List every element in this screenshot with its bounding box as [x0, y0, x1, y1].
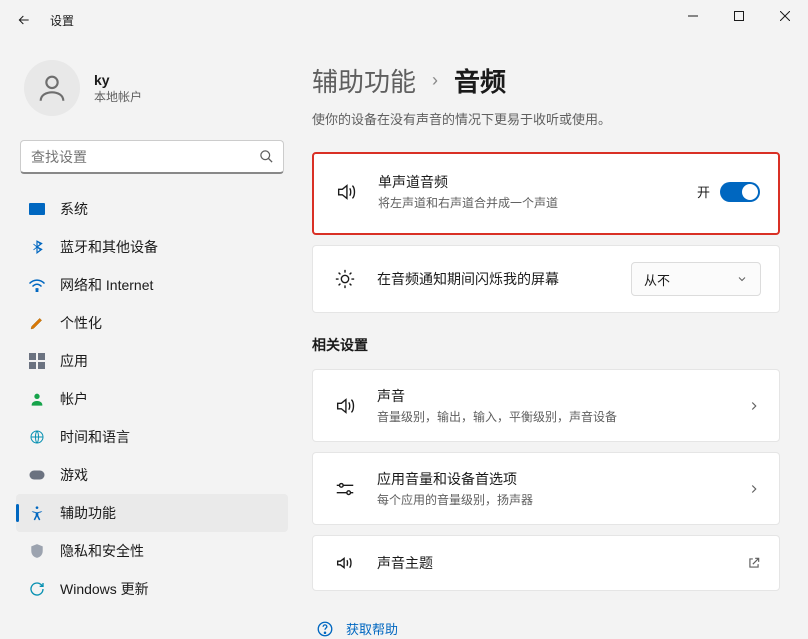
bluetooth-icon: [28, 238, 46, 256]
speaker-icon: [331, 395, 359, 417]
sidebar: ky 本地帐户 系统 蓝牙和其他设备 网络和 Internet 个性: [0, 40, 300, 639]
search-input[interactable]: [20, 140, 284, 174]
appvol-sub: 每个应用的音量级别，扬声器: [377, 491, 729, 508]
user-type: 本地帐户: [94, 88, 142, 105]
get-help-row[interactable]: 获取帮助: [312, 601, 780, 639]
gamepad-icon: [28, 466, 46, 484]
themes-title: 声音主题: [377, 553, 729, 573]
sidebar-item-personalization[interactable]: 个性化: [16, 304, 288, 342]
sidebar-item-label: 系统: [60, 199, 88, 219]
arrow-left-icon: [16, 12, 32, 28]
toggle-state-label: 开: [697, 182, 710, 201]
mono-audio-card: 单声道音频 将左声道和右声道合并成一个声道 开: [312, 152, 780, 235]
chevron-down-icon: [736, 273, 748, 285]
sidebar-item-system[interactable]: 系统: [16, 190, 288, 228]
content: 辅助功能 › 音频 使你的设备在没有声音的情况下更易于收听或使用。 单声道音频 …: [300, 40, 808, 639]
sidebar-item-label: 蓝牙和其他设备: [60, 237, 158, 257]
sidebar-item-label: 时间和语言: [60, 427, 130, 447]
sound-themes-card[interactable]: 声音主题: [312, 535, 780, 591]
related-heading: 相关设置: [312, 335, 780, 355]
sidebar-item-apps[interactable]: 应用: [16, 342, 288, 380]
get-help-link[interactable]: 获取帮助: [346, 619, 398, 638]
sidebar-item-label: Windows 更新: [60, 579, 149, 599]
flash-screen-title: 在音频通知期间闪烁我的屏幕: [377, 269, 613, 289]
display-icon: [28, 200, 46, 218]
sound-wave-icon: [331, 552, 359, 574]
shield-icon: [28, 542, 46, 560]
sidebar-item-label: 游戏: [60, 465, 88, 485]
brightness-icon: [331, 268, 359, 290]
avatar: [24, 60, 80, 116]
user-name: ky: [94, 72, 142, 88]
back-button[interactable]: [8, 4, 40, 36]
mono-audio-title: 单声道音频: [378, 172, 679, 192]
maximize-icon: [734, 11, 744, 21]
page-description: 使你的设备在没有声音的情况下更易于收听或使用。: [312, 109, 780, 128]
wifi-icon: [28, 276, 46, 294]
brush-icon: [28, 314, 46, 332]
sound-settings-card[interactable]: 声音 音量级别，输出，输入，平衡级别，声音设备: [312, 369, 780, 442]
accessibility-icon: [28, 504, 46, 522]
appvol-title: 应用音量和设备首选项: [377, 469, 729, 489]
sidebar-item-accessibility[interactable]: 辅助功能: [16, 494, 288, 532]
sidebar-item-network[interactable]: 网络和 Internet: [16, 266, 288, 304]
close-button[interactable]: [762, 0, 808, 32]
sidebar-item-accounts[interactable]: 帐户: [16, 380, 288, 418]
sidebar-item-label: 帐户: [60, 389, 88, 409]
speaker-icon: [332, 181, 360, 203]
app-title: 设置: [50, 12, 74, 29]
person-icon: [35, 71, 69, 105]
sidebar-item-label: 隐私和安全性: [60, 541, 144, 561]
minimize-icon: [688, 11, 698, 21]
sound-sub: 音量级别，输出，输入，平衡级别，声音设备: [377, 408, 729, 425]
flash-screen-select[interactable]: 从不: [631, 262, 761, 296]
select-value: 从不: [644, 270, 670, 289]
sidebar-item-time-language[interactable]: 时间和语言: [16, 418, 288, 456]
chevron-right-icon: [747, 399, 761, 413]
close-icon: [780, 11, 790, 21]
user-block[interactable]: ky 本地帐户: [16, 40, 288, 140]
help-icon: [316, 620, 334, 638]
mono-audio-sub: 将左声道和右声道合并成一个声道: [378, 194, 679, 211]
sliders-icon: [331, 478, 359, 500]
sidebar-item-bluetooth[interactable]: 蓝牙和其他设备: [16, 228, 288, 266]
flash-screen-card: 在音频通知期间闪烁我的屏幕 从不: [312, 245, 780, 313]
maximize-button[interactable]: [716, 0, 762, 32]
chevron-right-icon: ›: [432, 70, 438, 91]
mono-audio-toggle[interactable]: [720, 182, 760, 202]
sidebar-item-label: 应用: [60, 351, 88, 371]
chevron-right-icon: [747, 482, 761, 496]
sidebar-item-gaming[interactable]: 游戏: [16, 456, 288, 494]
sound-title: 声音: [377, 386, 729, 406]
search-icon: [259, 149, 274, 169]
sidebar-item-label: 个性化: [60, 313, 102, 333]
page-title: 音频: [454, 62, 506, 99]
sidebar-item-label: 辅助功能: [60, 503, 116, 523]
update-icon: [28, 580, 46, 598]
minimize-button[interactable]: [670, 0, 716, 32]
app-volume-card[interactable]: 应用音量和设备首选项 每个应用的音量级别，扬声器: [312, 452, 780, 525]
open-external-icon: [747, 556, 761, 570]
breadcrumb: 辅助功能 › 音频: [312, 62, 780, 99]
globe-icon: [28, 428, 46, 446]
sidebar-item-privacy[interactable]: 隐私和安全性: [16, 532, 288, 570]
account-icon: [28, 390, 46, 408]
sidebar-item-label: 网络和 Internet: [60, 275, 153, 295]
breadcrumb-parent[interactable]: 辅助功能: [312, 62, 416, 99]
apps-icon: [28, 352, 46, 370]
sidebar-item-windows-update[interactable]: Windows 更新: [16, 570, 288, 608]
